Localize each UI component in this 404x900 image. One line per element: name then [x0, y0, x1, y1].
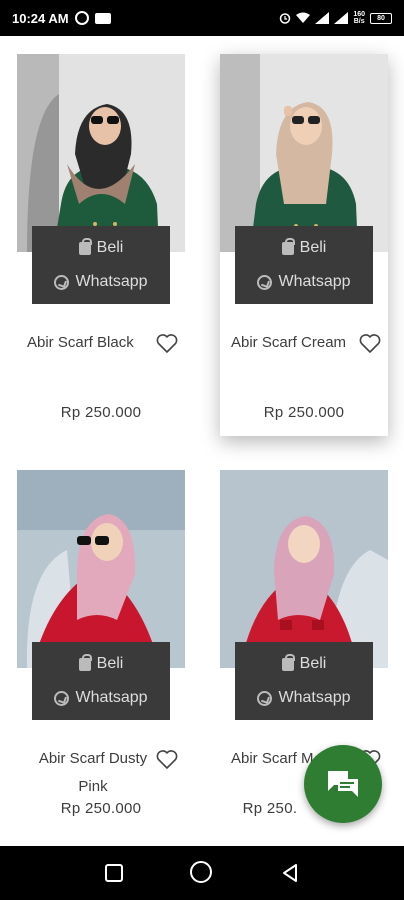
- product-image[interactable]: [220, 54, 388, 252]
- back-button[interactable]: [278, 861, 302, 885]
- back-triangle-icon: [283, 864, 297, 882]
- whatsapp-button[interactable]: Whatsapp: [32, 680, 170, 716]
- product-name[interactable]: Abir Scarf Dusty Pink: [31, 745, 155, 801]
- whatsapp-icon: [257, 690, 273, 706]
- network-speed: 160 B/s: [353, 11, 365, 25]
- product-price: Rp 250.: [242, 800, 298, 817]
- action-panel: Beli Whatsapp: [32, 226, 170, 304]
- heart-icon[interactable]: [155, 331, 179, 355]
- heart-icon[interactable]: [358, 331, 382, 355]
- beli-button[interactable]: Beli: [32, 646, 170, 682]
- recents-button[interactable]: [102, 861, 126, 885]
- whatsapp-button[interactable]: Whatsapp: [32, 264, 170, 300]
- whatsapp-icon: [54, 690, 70, 706]
- action-panel: Beli Whatsapp: [235, 226, 373, 304]
- chat-fab-button[interactable]: [304, 745, 382, 823]
- shopping-bag-icon: [78, 237, 92, 255]
- product-price: Rp 250.000: [60, 800, 142, 817]
- system-nav-bar: [0, 846, 404, 900]
- product-image[interactable]: [17, 54, 185, 252]
- product-name[interactable]: Abir Scarf Cream: [231, 329, 357, 357]
- product-card[interactable]: Beli Whatsapp Abir Scarf Black Rp 250.00…: [17, 54, 185, 474]
- product-name[interactable]: Abir Scarf Black: [27, 329, 145, 357]
- circle-icon: [190, 861, 212, 883]
- beli-button[interactable]: Beli: [235, 230, 373, 266]
- shopping-bag-icon: [281, 653, 295, 671]
- square-icon: [105, 864, 123, 882]
- home-button[interactable]: [190, 861, 214, 885]
- signal-icon: [315, 12, 330, 24]
- wifi-icon: [296, 12, 311, 23]
- beli-button[interactable]: Beli: [235, 646, 373, 682]
- shopping-bag-icon: [78, 653, 92, 671]
- product-image[interactable]: [17, 470, 185, 668]
- whatsapp-button[interactable]: Whatsapp: [235, 264, 373, 300]
- shopping-bag-icon: [281, 237, 295, 255]
- status-bar: 10:24 AM 160 B/s 80: [0, 0, 404, 36]
- whatsapp-icon: [257, 274, 273, 290]
- alarm-icon: [280, 13, 291, 24]
- status-time: 10:24 AM: [12, 10, 69, 26]
- chat-icon: [328, 771, 358, 797]
- whatsapp-icon: [54, 274, 70, 290]
- message-notification-icon: [94, 12, 111, 24]
- beli-button[interactable]: Beli: [32, 230, 170, 266]
- product-grid: Beli Whatsapp Abir Scarf Black Rp 250.00…: [0, 36, 404, 846]
- action-panel: Beli Whatsapp: [235, 642, 373, 720]
- battery-icon: 80: [370, 12, 392, 24]
- product-image[interactable]: [220, 470, 388, 668]
- signal-2-icon: [334, 12, 349, 24]
- product-price: Rp 250.000: [263, 404, 345, 421]
- whatsapp-button[interactable]: Whatsapp: [235, 680, 373, 716]
- whatsapp-notification-icon: [74, 11, 89, 25]
- product-card[interactable]: Beli Whatsapp Abir Scarf Cream Rp 250.00…: [220, 54, 388, 436]
- heart-icon[interactable]: [155, 747, 179, 771]
- action-panel: Beli Whatsapp: [32, 642, 170, 720]
- product-price: Rp 250.000: [60, 404, 142, 421]
- product-card[interactable]: Beli Whatsapp Abir Scarf Dusty Pink Rp 2…: [17, 470, 185, 846]
